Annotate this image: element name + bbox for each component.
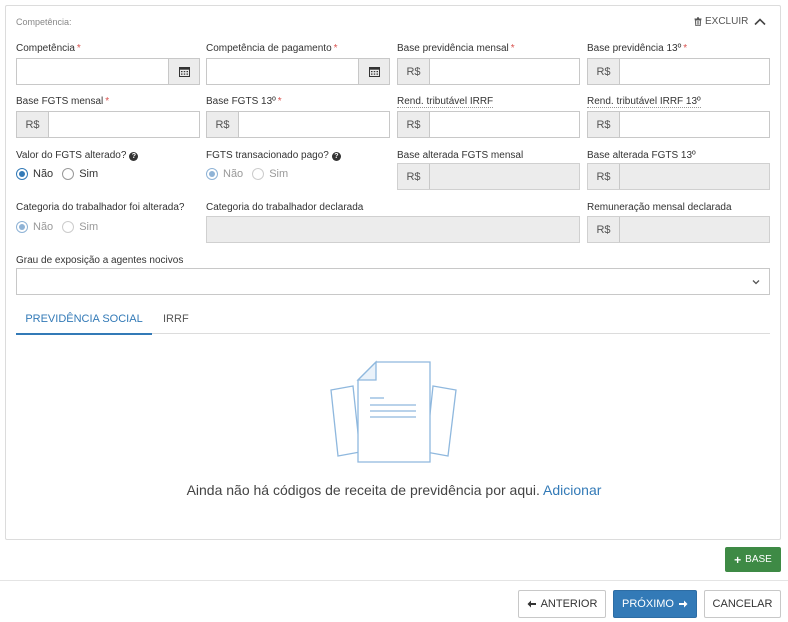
previous-button[interactable]: ANTERIOR: [518, 590, 606, 618]
grau-exposicao-label: Grau de exposição a agentes nocivos: [16, 255, 184, 266]
base-fgts-13-label: Base FGTS 13º *: [206, 96, 282, 107]
chevron-down-icon: [752, 280, 760, 285]
empty-state-message: Ainda não há códigos de receita de previ…: [186, 482, 602, 498]
currency-prefix: R$: [398, 164, 430, 189]
base-prev-13-field[interactable]: R$: [587, 58, 770, 85]
rend-irrf-13-field[interactable]: R$: [587, 111, 770, 138]
categoria-declarada-label: Categoria do trabalhador declarada: [206, 202, 364, 213]
calendar-icon: [178, 67, 190, 77]
add-link[interactable]: Adicionar: [543, 482, 601, 498]
grau-exposicao-select[interactable]: [16, 268, 770, 295]
competencia-label: Competência *: [16, 43, 81, 54]
trash-icon: [694, 17, 702, 26]
currency-prefix: R$: [588, 59, 620, 84]
add-base-button[interactable]: + BASE: [725, 547, 781, 572]
currency-prefix: R$: [207, 112, 239, 137]
currency-prefix: R$: [588, 217, 620, 242]
calendar-button[interactable]: [358, 59, 389, 84]
radio-sim[interactable]: Sim: [62, 168, 98, 180]
plus-icon: +: [734, 552, 742, 567]
empty-documents-icon: [330, 360, 457, 463]
remuneracao-declarada-field[interactable]: R$: [587, 216, 770, 243]
categoria-alterada-label: Categoria do trabalhador foi alterada?: [16, 202, 185, 213]
base-alt-fgts-mensal-field[interactable]: R$: [397, 163, 580, 190]
arrow-right-icon: [678, 600, 688, 608]
base-fgts-13-field[interactable]: R$: [206, 111, 390, 138]
section-title: Competência:: [16, 17, 72, 27]
fgts-alterado-radio-group: Não Sim: [16, 168, 107, 180]
rend-irrf-label: Rend. tributável IRRF: [397, 96, 494, 108]
radio-nao[interactable]: Não: [16, 221, 53, 233]
divider: [0, 580, 788, 581]
currency-prefix: R$: [398, 112, 430, 137]
categoria-alterada-radio-group: Não Sim: [16, 221, 107, 233]
tab-bar: PREVIDÊNCIA SOCIAL IRRF: [16, 304, 770, 335]
radio-sim[interactable]: Sim: [62, 221, 98, 233]
tab-irrf[interactable]: IRRF: [163, 304, 189, 334]
categoria-declarada-field[interactable]: [206, 216, 580, 243]
currency-prefix: R$: [17, 112, 49, 137]
currency-prefix: R$: [588, 164, 620, 189]
base-prev-mensal-field[interactable]: R$: [397, 58, 580, 85]
rend-irrf-field[interactable]: R$: [397, 111, 580, 138]
rend-irrf-13-label: Rend. tributável IRRF 13º: [587, 96, 701, 108]
help-icon[interactable]: ?: [129, 152, 139, 161]
radio-nao[interactable]: Não: [16, 168, 53, 180]
base-alt-fgts-mensal-label: Base alterada FGTS mensal: [397, 150, 524, 161]
competencia-field[interactable]: [16, 58, 200, 85]
currency-prefix: R$: [588, 112, 620, 137]
base-prev-13-label: Base previdência 13º *: [587, 43, 688, 54]
delete-button[interactable]: EXCLUIR: [694, 16, 748, 27]
tab-previdencia-social[interactable]: PREVIDÊNCIA SOCIAL: [16, 304, 152, 335]
remuneracao-declarada-label: Remuneração mensal declarada: [587, 202, 732, 213]
base-fgts-mensal-field[interactable]: R$: [16, 111, 200, 138]
delete-label: EXCLUIR: [705, 16, 749, 27]
calendar-button[interactable]: [168, 59, 199, 84]
base-alt-fgts-13-label: Base alterada FGTS 13º: [587, 150, 696, 161]
competencia-pagamento-label: Competência de pagamento *: [206, 43, 338, 54]
base-alt-fgts-13-field[interactable]: R$: [587, 163, 770, 190]
next-button[interactable]: PRÓXIMO: [613, 590, 697, 618]
competencia-pagamento-field[interactable]: [206, 58, 390, 85]
base-fgts-mensal-label: Base FGTS mensal *: [16, 96, 110, 107]
cancel-button[interactable]: CANCELAR: [704, 590, 781, 618]
collapse-chevron-icon[interactable]: [752, 15, 768, 29]
help-icon[interactable]: ?: [331, 152, 341, 161]
fgts-pago-radio-group: Não Sim: [206, 168, 297, 180]
calendar-icon: [368, 67, 380, 77]
fgts-pago-label: FGTS transacionado pago??: [206, 150, 341, 161]
currency-prefix: R$: [398, 59, 430, 84]
base-prev-mensal-label: Base previdência mensal *: [397, 43, 515, 54]
radio-sim[interactable]: Sim: [252, 168, 288, 180]
fgts-alterado-label: Valor do FGTS alterado??: [16, 150, 139, 161]
arrow-left-icon: [527, 600, 536, 608]
radio-nao[interactable]: Não: [206, 168, 243, 180]
